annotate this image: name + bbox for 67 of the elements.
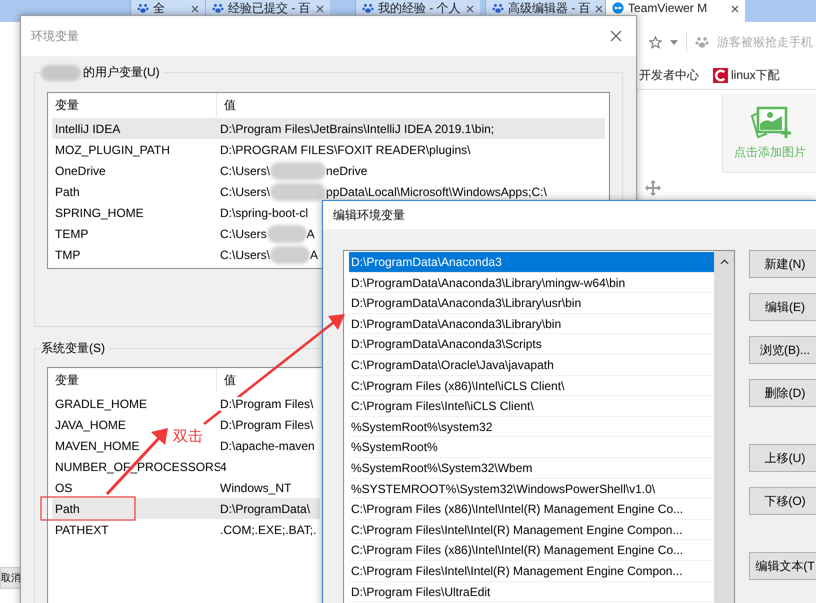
column-header[interactable]: 值 — [217, 368, 236, 392]
dialog-button[interactable]: 浏览(B)... — [749, 336, 816, 364]
path-entry[interactable]: D:\ProgramData\Anaconda3\Library\bin — [349, 314, 714, 334]
variable-name[interactable]: IntelliJ IDEA — [52, 118, 220, 139]
column-header[interactable]: 变量 — [48, 368, 217, 392]
annotation-text: 双击 — [173, 427, 203, 446]
variable-value: A — [310, 248, 318, 262]
dialog-button[interactable]: 删除(D) — [749, 379, 816, 407]
variable-value: D:\spring-boot-cl — [220, 206, 308, 220]
path-entry[interactable]: C:\Program Files (x86)\Intel\iCLS Client\ — [349, 376, 714, 396]
path-entry[interactable]: %SystemRoot% — [349, 437, 714, 458]
variable-name[interactable]: MOZ_PLUGIN_PATH — [52, 139, 170, 160]
variable-value: ppData\Local\Microsoft\WindowsApps;C:\ — [326, 184, 547, 198]
bookmark-link[interactable]: linux下配 — [713, 67, 780, 84]
variable-name[interactable]: OneDrive — [52, 160, 106, 181]
variable-value: D:\apache-maven — [220, 438, 315, 452]
variable-name[interactable]: TMP — [52, 244, 80, 265]
path-entry[interactable]: D:\ProgramData\Anaconda3\Scripts — [349, 334, 714, 355]
variable-name[interactable]: JAVA_HOME — [52, 414, 126, 435]
path-entry[interactable]: D:\ProgramData\Anaconda3 — [349, 252, 714, 273]
variable-value: D:\PROGRAM FILES\FOXIT READER\plugins\ — [220, 142, 471, 156]
variable-value: 4 — [220, 460, 227, 474]
variable-name[interactable]: GRADLE_HOME — [52, 393, 148, 414]
variable-value: A — [306, 226, 315, 240]
path-entry[interactable]: C:\ProgramData\Oracle\Java\javapath — [349, 354, 714, 376]
bookmark-link[interactable]: 开发者中心 — [639, 67, 699, 84]
group-label: 的用户变量(U) — [83, 64, 160, 81]
path-entry[interactable]: C:\Program Files (x86)\Intel\Intel(R) Management Engine Co... — [349, 499, 714, 520]
path-entry[interactable]: C:\Program Files\Intel\Intel(R) Management Engine Compon... — [349, 560, 714, 582]
path-entry[interactable]: C:\Program Files (x86)\Intel\Intel(R) Management Engine Co... — [349, 540, 714, 561]
path-entry[interactable]: C:\Program Files\Intel\Intel(R) Management Engine Compon... — [349, 520, 714, 540]
variable-value: C:\Users — [220, 226, 267, 240]
variable-name[interactable]: Path — [52, 181, 80, 202]
dialog-button[interactable]: 上移(U) — [749, 444, 816, 472]
variable-value: D:\Program Files\ — [220, 396, 314, 410]
variable-name[interactable]: PATHEXT — [52, 519, 109, 540]
dialog-button[interactable]: 新建(N) — [749, 250, 816, 278]
variable-value: neDrive — [326, 164, 368, 178]
variable-value: Windows_NT — [220, 480, 292, 494]
variable-name[interactable]: SPRING_HOME — [52, 202, 144, 223]
group-label: 系统变量(S) — [41, 340, 105, 357]
path-entry[interactable]: D:\ProgramData\Anaconda3\Library\usr\bin — [349, 293, 714, 314]
path-entry[interactable]: %SystemRoot%\system32 — [349, 416, 714, 438]
variable-value: D:\Program Files\ — [220, 418, 314, 432]
variable-value: C:\Users\ — [220, 164, 270, 178]
variable-name[interactable]: MAVEN_HOME — [52, 435, 140, 456]
dialog-button[interactable]: 下移(O) — [749, 487, 816, 515]
variable-value: .COM;.EXE;.BAT;. — [220, 522, 316, 536]
path-entry[interactable]: D:\Program Files\UltraEdit — [349, 582, 714, 602]
dialog-button[interactable]: 编辑(E) — [749, 293, 816, 321]
path-entry[interactable]: C:\Program Files\Intel\iCLS Client\ — [349, 396, 714, 417]
path-entry[interactable]: D:\ProgramData\Anaconda3\Library\mingw-w64\bin — [349, 272, 714, 294]
column-header[interactable]: 值 — [217, 93, 236, 117]
variable-value: D:\ProgramData\ — [220, 502, 310, 516]
window-title: 编辑环境变量 — [333, 206, 405, 224]
variable-name[interactable]: Path — [52, 498, 220, 519]
path-entry[interactable]: %SystemRoot%\System32\Wbem — [349, 458, 714, 479]
dialog-button[interactable]: 编辑文本(T — [749, 552, 816, 580]
variable-value: C:\Users\ — [220, 184, 270, 198]
window-title: 环境变量 — [31, 28, 79, 44]
path-entry[interactable]: %SYSTEMROOT%\System32\WindowsPowerShell\v1.0\ — [349, 478, 714, 500]
column-header[interactable]: 变量 — [48, 93, 217, 117]
variable-name[interactable]: TEMP — [52, 223, 88, 244]
browser-tab[interactable]: TeamViewer M — [605, 0, 745, 22]
variable-value: C:\Users\ — [220, 248, 270, 262]
variable-value: D:\Program Files\JetBrains\IntelliJ IDEA 2019.1\bin; — [220, 122, 494, 136]
variable-name[interactable]: OS — [52, 477, 72, 498]
